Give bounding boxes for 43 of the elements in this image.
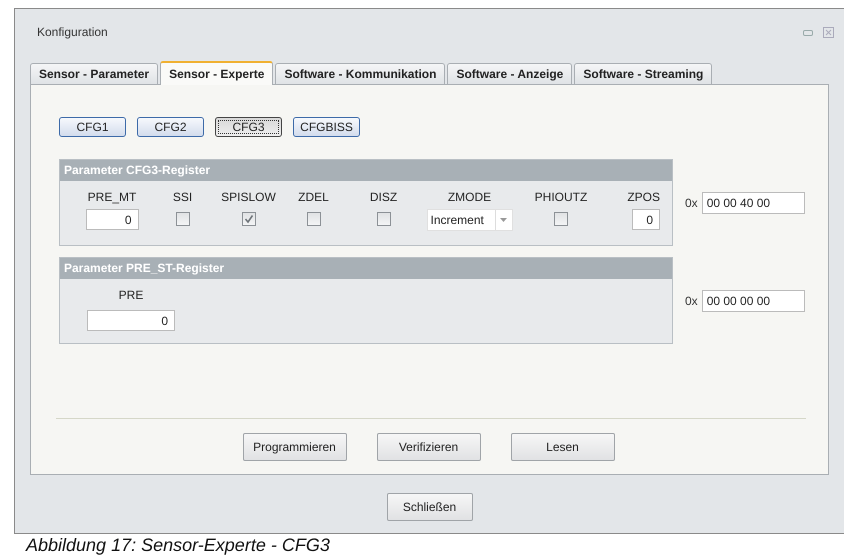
check-icon [242,213,254,225]
checkbox[interactable] [176,212,190,226]
caret-icon [500,218,507,222]
tab[interactable]: Sensor - Parameter [30,63,158,84]
close-button[interactable]: Schließen [386,493,472,521]
field-label: SSI [172,190,192,204]
action-button[interactable]: Verifizieren [376,433,480,461]
field-label: PRE [118,288,144,302]
number-field[interactable]: 0 [87,310,175,331]
tab[interactable]: Software - Kommunikation [275,63,446,84]
group-title: Parameter CFG3-Register [60,160,672,181]
register-button[interactable]: CFG1 [59,117,126,137]
minimize-icon[interactable] [803,30,813,36]
window-title: Konfiguration [36,25,108,41]
tab[interactable]: Software - Anzeige [447,63,572,84]
register-button[interactable]: CFGBISS [293,117,360,137]
field-label: PHIOUTZ [534,190,588,204]
action-button[interactable]: Lesen [510,433,614,461]
checkbox[interactable] [242,212,256,226]
field-label: ZPOS [627,190,660,204]
figure-caption: Abbildung 17: Sensor-Experte - CFG3 [24,534,331,556]
group-title: Parameter PRE_ST-Register [60,258,672,279]
tab[interactable]: Sensor - Experte [160,61,274,85]
checkbox[interactable] [554,212,568,226]
hex-prefix: 0x [685,196,698,210]
field-label: SPISLOW [221,190,276,204]
field-label: ZMODE [448,190,492,204]
action-button[interactable]: Programmieren [242,433,346,461]
number-field[interactable]: 0 [632,209,660,230]
register-button[interactable]: CFG3 [215,117,282,137]
field-label: DISZ [370,190,398,204]
checkbox[interactable] [376,212,390,226]
hex-field[interactable]: 00 00 40 00 [702,192,805,214]
register-button[interactable]: CFG2 [137,117,204,137]
hex-prefix: 0x [685,294,698,308]
field-label: ZDEL [298,190,329,204]
dropdown[interactable]: Increment [426,209,512,231]
checkbox[interactable] [306,212,320,226]
tab[interactable]: Software - Streaming [574,63,712,84]
close-icon[interactable] [823,27,834,38]
number-field[interactable]: 0 [86,209,138,230]
field-label: PRE_MT [88,190,136,204]
hex-field[interactable]: 00 00 00 00 [702,290,805,312]
